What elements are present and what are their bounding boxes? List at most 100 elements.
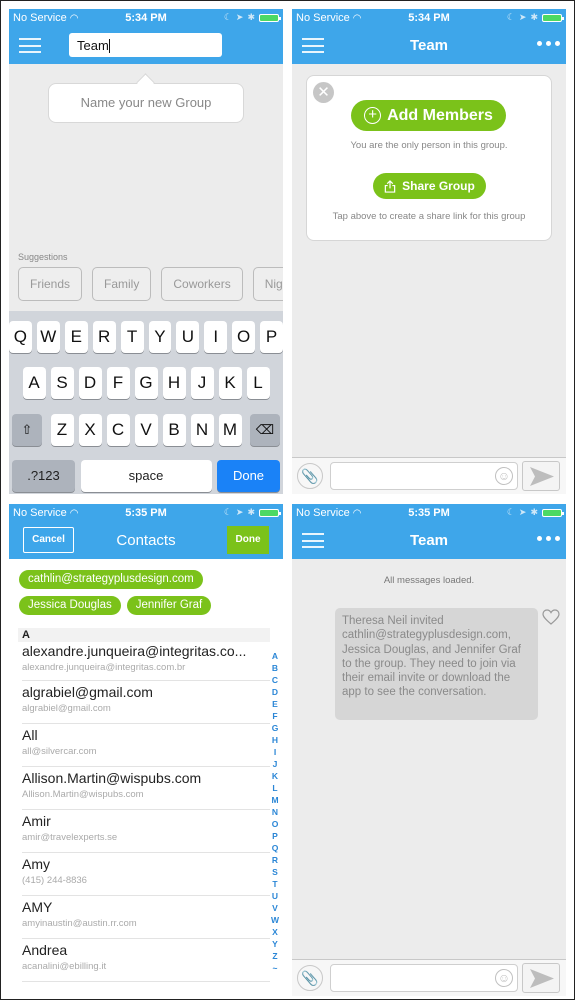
contact-row[interactable]: Amy (415) 244-8836 — [22, 853, 270, 896]
send-button[interactable] — [522, 963, 560, 993]
index-letter[interactable]: Q — [272, 842, 279, 854]
index-letter[interactable]: O — [272, 818, 279, 830]
message-composer: 📎 ☺ — [292, 457, 566, 494]
key-h[interactable]: H — [162, 367, 186, 399]
keyboard-row-3: ⇧ ZXCVBNM ⌫ — [9, 414, 283, 446]
index-letter[interactable]: H — [272, 734, 278, 746]
heart-icon[interactable] — [542, 609, 560, 625]
key-t[interactable]: T — [120, 321, 144, 353]
index-letter[interactable]: F — [272, 710, 277, 722]
menu-icon[interactable] — [19, 38, 41, 53]
index-letter[interactable]: S — [272, 866, 278, 878]
key-a[interactable]: A — [22, 367, 46, 399]
key-f[interactable]: F — [106, 367, 130, 399]
contact-row[interactable]: AMY amyinaustin@austin.rr.com — [22, 896, 270, 939]
share-icon — [384, 179, 396, 193]
suggestion-chip[interactable]: Family — [92, 267, 152, 301]
index-letter[interactable]: T — [272, 878, 277, 890]
done-key[interactable]: Done — [217, 460, 280, 492]
index-letter[interactable]: B — [272, 662, 278, 674]
index-letter[interactable]: Y — [272, 938, 278, 950]
attachment-icon[interactable]: 📎 — [297, 463, 323, 489]
message-input[interactable]: ☺ — [330, 964, 518, 992]
space-key[interactable]: space — [80, 460, 212, 492]
key-s[interactable]: S — [50, 367, 74, 399]
contact-row[interactable]: Allison.Martin@wispubs.com Allison.Martin… — [22, 767, 270, 810]
index-letter[interactable]: P — [272, 830, 278, 842]
index-letter[interactable]: U — [272, 890, 278, 902]
contact-row[interactable]: algrabiel@gmail.com algrabiel@gmail.com — [22, 681, 270, 724]
add-members-button[interactable]: + Add Members — [351, 100, 506, 131]
key-z[interactable]: Z — [50, 414, 74, 446]
selected-contact-tag[interactable]: Jennifer Graf — [126, 596, 212, 615]
close-icon[interactable]: ✕ — [313, 82, 334, 103]
index-letter[interactable]: D — [272, 686, 278, 698]
index-letter[interactable]: K — [272, 770, 278, 782]
key-l[interactable]: L — [246, 367, 270, 399]
index-letter[interactable]: N — [272, 806, 278, 818]
contact-row[interactable]: Andrea acanalini@ebilling.it — [22, 939, 270, 982]
key-k[interactable]: K — [218, 367, 242, 399]
key-j[interactable]: J — [190, 367, 214, 399]
send-button[interactable] — [522, 461, 560, 491]
alphabet-index[interactable]: A B C D E F G H I J K L M N O P Q R S T U V W X Y Z ~ — [270, 650, 280, 974]
index-letter[interactable]: A — [272, 650, 278, 662]
key-b[interactable]: B — [162, 414, 186, 446]
suggestion-chip[interactable]: Coworkers — [161, 267, 243, 301]
contact-row[interactable]: All all@silvercar.com — [22, 724, 270, 767]
message-input[interactable]: ☺ — [330, 462, 518, 490]
index-letter[interactable]: G — [272, 722, 279, 734]
key-c[interactable]: C — [106, 414, 130, 446]
key-n[interactable]: N — [190, 414, 214, 446]
menu-icon[interactable] — [302, 533, 324, 548]
key-v[interactable]: V — [134, 414, 158, 446]
more-options-icon[interactable] — [537, 536, 560, 541]
key-u[interactable]: U — [176, 321, 200, 353]
key-r[interactable]: R — [92, 321, 116, 353]
symbols-key[interactable]: .?123 — [12, 460, 75, 492]
key-q[interactable]: Q — [9, 321, 32, 353]
contact-row[interactable]: alexandre.junqueira@integritas.co... alex… — [22, 642, 270, 681]
emoji-icon[interactable]: ☺ — [495, 467, 513, 485]
key-d[interactable]: D — [78, 367, 102, 399]
key-i[interactable]: I — [204, 321, 228, 353]
attachment-icon[interactable]: 📎 — [297, 965, 323, 991]
key-y[interactable]: Y — [148, 321, 172, 353]
message-bubble: Theresa Neil invited cathlin@strategyplu… — [335, 608, 538, 720]
contact-row[interactable]: Amir amir@travelexperts.se — [22, 810, 270, 853]
key-o[interactable]: O — [232, 321, 256, 353]
key-g[interactable]: G — [134, 367, 158, 399]
index-letter[interactable]: L — [272, 782, 277, 794]
selected-contact-tag[interactable]: Jessica Douglas — [19, 596, 121, 615]
key-e[interactable]: E — [64, 321, 88, 353]
share-group-button[interactable]: Share Group — [373, 173, 486, 199]
index-letter[interactable]: ~ — [273, 962, 278, 974]
emoji-icon[interactable]: ☺ — [495, 969, 513, 987]
shift-key[interactable]: ⇧ — [12, 414, 42, 446]
battery-icon — [542, 13, 564, 22]
index-letter[interactable]: V — [272, 902, 278, 914]
index-letter[interactable]: E — [272, 698, 278, 710]
index-letter[interactable]: Z — [272, 950, 277, 962]
selected-contacts: cathlin@strategyplusdesign.com Jessica D… — [19, 569, 279, 621]
selected-contact-tag[interactable]: cathlin@strategyplusdesign.com — [19, 570, 203, 589]
index-letter[interactable]: W — [271, 914, 279, 926]
index-letter[interactable]: C — [272, 674, 278, 686]
key-w[interactable]: W — [36, 321, 60, 353]
backspace-key[interactable]: ⌫ — [250, 414, 280, 446]
group-name-input[interactable]: Team — [69, 33, 222, 57]
index-letter[interactable]: R — [272, 854, 278, 866]
key-p[interactable]: P — [260, 321, 283, 353]
index-letter[interactable]: J — [273, 758, 278, 770]
suggestion-chip[interactable]: Friends — [18, 267, 83, 301]
index-letter[interactable]: X — [272, 926, 278, 938]
index-letter[interactable]: M — [271, 794, 278, 806]
menu-icon[interactable] — [302, 38, 324, 53]
suggestion-chip[interactable]: Nigh — [252, 267, 283, 301]
key-x[interactable]: X — [78, 414, 102, 446]
key-m[interactable]: M — [218, 414, 242, 446]
cancel-button[interactable]: Cancel — [23, 527, 74, 553]
more-options-icon[interactable] — [537, 41, 560, 46]
index-letter[interactable]: I — [274, 746, 276, 758]
done-button[interactable]: Done — [227, 526, 269, 554]
